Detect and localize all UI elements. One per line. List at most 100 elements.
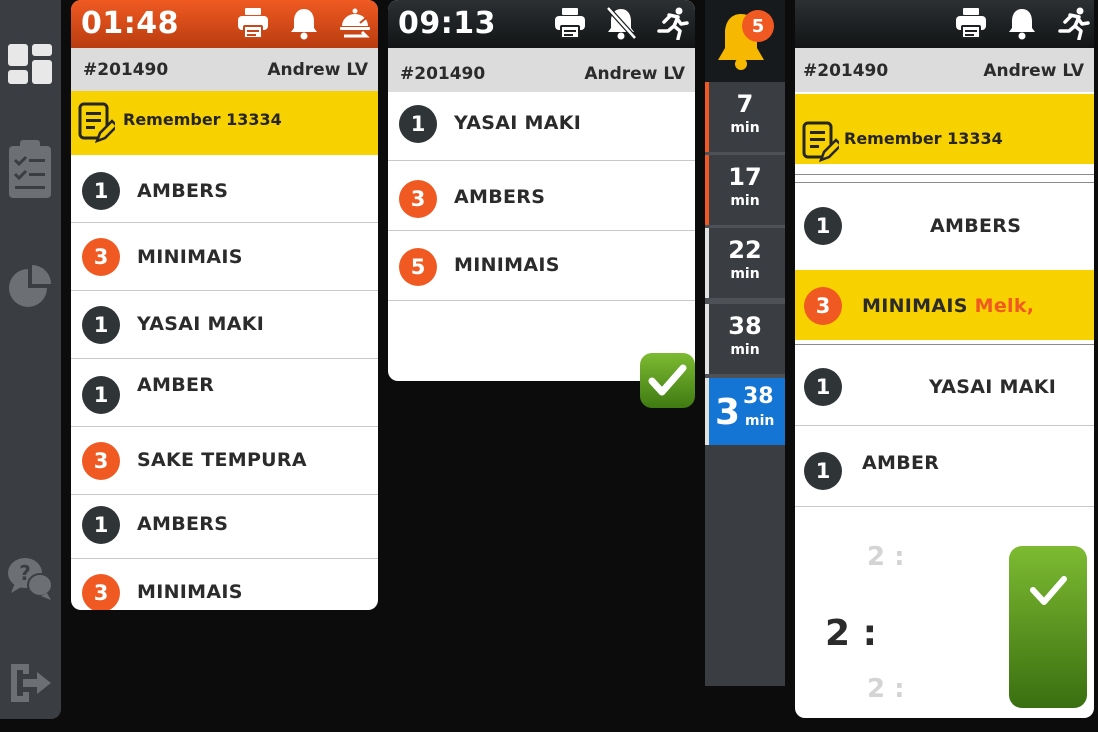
waiter-name: Andrew LV xyxy=(267,60,368,80)
note-text: Remember 13334 xyxy=(123,110,282,129)
bell-icon[interactable] xyxy=(1005,6,1039,40)
running-man-icon[interactable] xyxy=(655,6,689,40)
running-man-icon[interactable] xyxy=(1056,6,1090,40)
notification-area[interactable]: 5 xyxy=(705,0,785,82)
printer-icon[interactable] xyxy=(954,6,988,40)
quantity-badge: 3 xyxy=(82,574,120,610)
printer-icon[interactable] xyxy=(553,6,587,40)
item-name: MINIMAIS xyxy=(454,254,560,276)
order-item-row[interactable]: 1 AMBERS xyxy=(71,160,378,223)
order-card-3[interactable]: #201490 Andrew LV Remember 13334 1 AMBER… xyxy=(795,0,1094,718)
item-modifier: Melk, xyxy=(974,295,1035,317)
svg-text:?: ? xyxy=(19,561,31,585)
quantity-badge: 1 xyxy=(804,452,842,490)
item-name: AMBERS xyxy=(137,513,229,535)
order-item-row[interactable]: 3 SAKE TEMPURA xyxy=(71,427,378,495)
quantity-badge: 3 xyxy=(804,287,842,325)
item-name: AMBER xyxy=(862,452,940,474)
dashboard-icon[interactable] xyxy=(7,41,53,87)
time-picker[interactable]: 2 : 2 : 2 : xyxy=(795,508,995,718)
item-name: AMBER xyxy=(137,374,215,396)
timer-item[interactable]: 7 min xyxy=(705,82,785,152)
item-name: MINIMAIS Melk, xyxy=(862,295,1034,317)
note-text: Remember 13334 xyxy=(844,129,1003,148)
waiter-name: Andrew LV xyxy=(584,64,685,84)
serve-tray-icon[interactable] xyxy=(338,6,372,40)
order-note: Remember 13334 xyxy=(795,94,1094,164)
timer-value: 7 xyxy=(736,90,754,118)
timer-item[interactable]: 38 min xyxy=(705,304,785,374)
order-timer: 01:48 xyxy=(81,6,179,41)
item-name: YASAI MAKI xyxy=(929,376,1057,398)
order-item-row[interactable]: 1 AMBER xyxy=(71,359,378,427)
quantity-badge: 3 xyxy=(82,238,120,276)
order-item-row[interactable]: 1 YASAI MAKI xyxy=(795,346,1094,426)
timer-value: 38 xyxy=(743,384,774,409)
item-name-text: MINIMAIS xyxy=(862,295,968,317)
waiter-name: Andrew LV xyxy=(983,61,1084,81)
quantity-badge: 1 xyxy=(82,376,120,414)
check-icon xyxy=(1009,546,1087,708)
order-item-row[interactable]: 1 YASAI MAKI xyxy=(71,291,378,359)
order-card-1[interactable]: 01:48 #201490 Andrew LV Remember 13334 1… xyxy=(71,0,378,610)
notification-bell-icon xyxy=(718,14,764,70)
order-item-row[interactable]: 3 MINIMAIS xyxy=(71,223,378,291)
bell-icon[interactable] xyxy=(287,6,321,40)
order-timer: 09:13 xyxy=(398,6,496,41)
order-header: 09:13 xyxy=(388,0,695,48)
confirm-check-button[interactable] xyxy=(1009,546,1087,708)
item-name: AMBERS xyxy=(454,186,546,208)
quantity-badge: 1 xyxy=(82,306,120,344)
order-subheader: #201490 Andrew LV xyxy=(71,48,378,91)
order-item-row[interactable]: 5 MINIMAIS xyxy=(388,231,695,301)
timer-big-digit: 3 xyxy=(715,392,741,433)
order-subheader: #201490 Andrew LV xyxy=(388,48,695,92)
checklist-icon[interactable] xyxy=(7,140,53,198)
timer-value: 22 xyxy=(728,236,762,264)
bell-muted-icon[interactable] xyxy=(604,6,638,40)
item-name: AMBERS xyxy=(930,215,1022,237)
timer-item[interactable]: 22 min xyxy=(705,228,785,298)
timers-column: 5 7 min 17 min 22 min 38 min 3 38 min xyxy=(705,0,785,686)
logout-icon[interactable] xyxy=(7,660,53,706)
order-item-row[interactable]: 1 AMBER xyxy=(795,427,1094,507)
timer-value: 17 xyxy=(728,163,762,191)
timer-unit: min xyxy=(730,193,760,209)
order-subheader: #201490 Andrew LV xyxy=(795,48,1094,92)
item-name: YASAI MAKI xyxy=(454,112,582,134)
item-name: MINIMAIS xyxy=(137,581,243,603)
quantity-badge: 1 xyxy=(804,368,842,406)
item-name: SAKE TEMPURA xyxy=(137,449,307,471)
picker-current-value: 2 : xyxy=(825,613,877,654)
quantity-badge: 1 xyxy=(82,172,120,210)
timer-item-active[interactable]: 3 38 min xyxy=(705,378,785,445)
timer-item[interactable]: 17 min xyxy=(705,155,785,225)
check-icon xyxy=(640,353,695,408)
item-name: YASAI MAKI xyxy=(137,313,265,335)
order-header xyxy=(795,0,1094,48)
timer-value: 38 xyxy=(728,312,762,340)
order-item-row[interactable]: 3 MINIMAIS xyxy=(71,559,378,610)
order-item-row[interactable]: 1 AMBERS xyxy=(71,495,378,559)
timer-unit: min xyxy=(730,120,760,136)
order-number: #201490 xyxy=(803,61,889,81)
printer-icon[interactable] xyxy=(236,6,270,40)
quantity-badge: 3 xyxy=(82,442,120,480)
order-item-row[interactable]: 3 AMBERS xyxy=(388,161,695,231)
quantity-badge: 3 xyxy=(399,180,437,218)
timer-unit: min xyxy=(730,342,760,358)
pie-chart-icon[interactable] xyxy=(7,265,53,311)
order-item-row[interactable]: 1 AMBERS xyxy=(795,185,1094,268)
quantity-badge: 1 xyxy=(399,105,437,143)
help-chat-icon[interactable]: ? xyxy=(7,555,53,601)
done-check-button[interactable] xyxy=(640,353,695,408)
quantity-badge: 1 xyxy=(804,207,842,245)
order-number: #201490 xyxy=(83,60,169,80)
order-item-row[interactable]: 1 YASAI MAKI xyxy=(388,92,695,161)
sidebar: ? xyxy=(0,0,61,719)
order-item-row-selected[interactable]: 3 MINIMAIS Melk, xyxy=(795,270,1094,340)
note-edit-icon xyxy=(77,101,117,145)
order-card-2[interactable]: 09:13 #201490 Andrew LV 1 YASAI MAKI 3 A… xyxy=(388,0,695,381)
picker-next-value: 2 : xyxy=(867,674,905,704)
picker-prev-value: 2 : xyxy=(867,542,905,572)
